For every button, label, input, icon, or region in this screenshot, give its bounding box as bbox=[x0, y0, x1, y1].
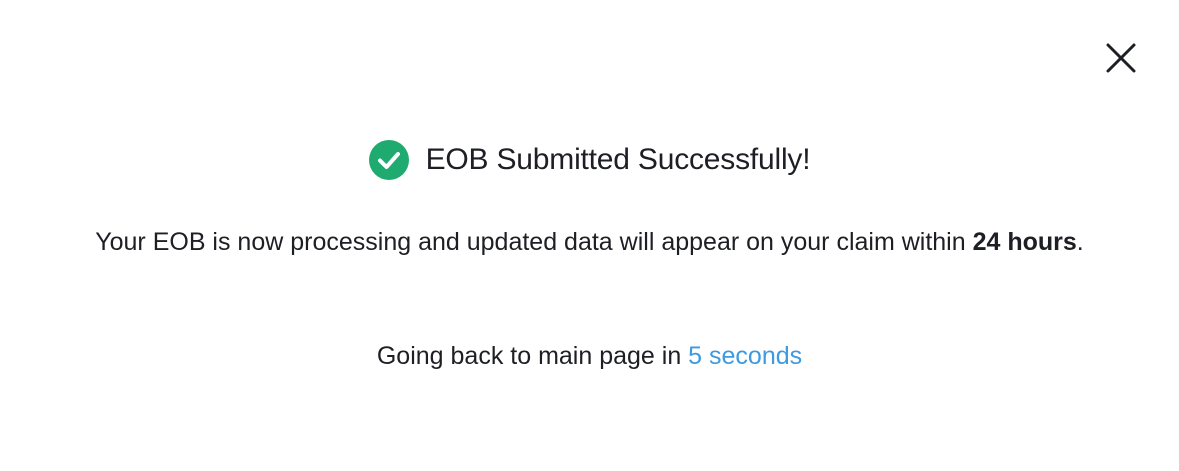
message-timeframe: 24 hours bbox=[972, 228, 1077, 256]
processing-message: Your EOB is now processing and updated d… bbox=[60, 222, 1119, 263]
redirect-notice: Going back to main page in 5 seconds bbox=[0, 338, 1179, 374]
message-period: . bbox=[1076, 228, 1084, 256]
countdown-timer: 5 seconds bbox=[688, 342, 803, 370]
success-dialog: EOB Submitted Successfully! Your EOB is … bbox=[0, 0, 1179, 471]
close-button[interactable] bbox=[1101, 38, 1141, 78]
dialog-header: EOB Submitted Successfully! bbox=[0, 140, 1179, 180]
dialog-title: EOB Submitted Successfully! bbox=[425, 143, 811, 176]
redirect-text: Going back to main page in bbox=[376, 342, 689, 370]
message-text: Your EOB is now processing and updated d… bbox=[95, 228, 973, 256]
close-icon[interactable] bbox=[1106, 43, 1136, 73]
check-circle-icon bbox=[368, 140, 409, 180]
